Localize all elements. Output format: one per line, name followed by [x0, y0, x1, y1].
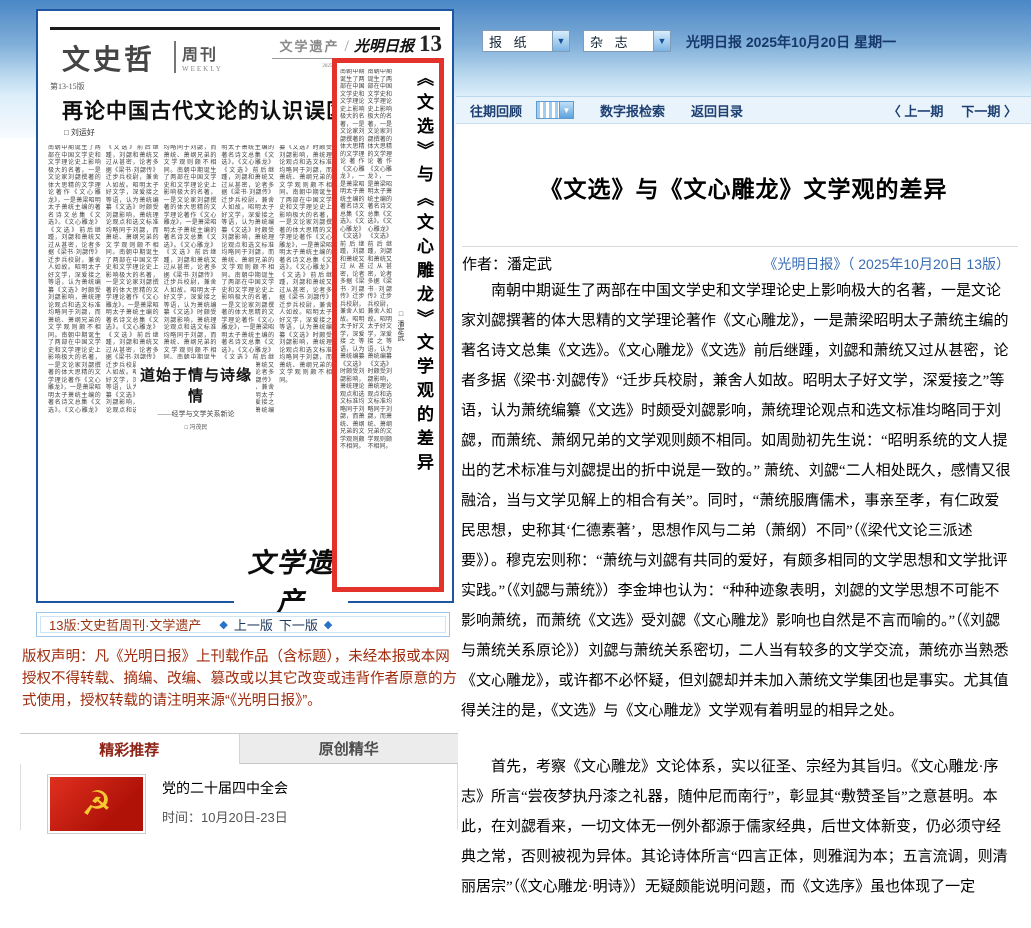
- mid-article-subtitle: ——经学与文学关系新论: [138, 409, 254, 419]
- newspaper-select[interactable]: 报 纸 ▼: [482, 30, 570, 52]
- tab-original[interactable]: 原创精华: [240, 734, 459, 764]
- party-emblem-icon: ☭: [50, 777, 143, 831]
- highlighted-article-region[interactable]: 南朝中期诞生了两部在中国文学史和文学理论史上影响极大的名著，一是文论家刘勰撰著的…: [332, 58, 444, 592]
- next-page-link[interactable]: 下一版: [279, 615, 318, 634]
- article-paragraph: 南朝中期诞生了两部在中国文学史和文学理论史上影响极大的名著，一是文论家刘勰撰著的…: [461, 276, 1013, 726]
- mid-article-author: □ 冯茂民: [138, 422, 254, 431]
- edition-range: 第13-15版: [50, 81, 85, 92]
- promo-thumbnail[interactable]: ☭: [47, 774, 146, 834]
- promo-title-link[interactable]: 党的二十届四中全会: [162, 778, 288, 798]
- digital-search-link[interactable]: 数字报检索: [600, 101, 665, 120]
- highlighted-article-vertical-title: 《文选》与《文心雕龙》文学观的差异: [411, 69, 436, 581]
- masthead-weekly-en: WEEKLY: [182, 65, 223, 73]
- promo-text: 党的二十届四中全会 时间：10月20日-23日: [162, 774, 288, 826]
- page-number: 13: [419, 31, 442, 57]
- mid-article-box: 道始于情与诗缘情 ——经学与文学关系新论 □ 冯茂民: [136, 359, 256, 435]
- section-header: 文学遗产 / 光明日报 13: [280, 31, 442, 57]
- masthead-rule: [50, 27, 440, 30]
- edition-bar-label: 13版:文史哲周刊·文学遗产: [49, 615, 201, 634]
- back-issues-link[interactable]: 往期回顾: [470, 101, 522, 120]
- prev-page-link[interactable]: 上一版: [234, 615, 273, 634]
- article-title: 《文选》与《文心雕龙》文学观的差异: [456, 170, 1031, 204]
- highlighted-article-author: □ 潘定武: [396, 310, 406, 341]
- calendar-icon[interactable]: [536, 101, 560, 119]
- issue-date-heading: 光明日报 2025年10月20日 星期一: [686, 32, 896, 52]
- newspaper-select-value: 报 纸: [483, 32, 552, 51]
- copyright-notice: 版权声明：凡《光明日报》上刊载作品（含标题），未经本报或本网授权不得转载、摘编、…: [22, 646, 460, 712]
- section-slash: /: [345, 38, 349, 56]
- date-picker[interactable]: ▼: [536, 101, 574, 119]
- edition-bar: 13版:文史哲周刊·文学遗产 ◆ 上一版 下一版 ◆: [36, 612, 450, 637]
- article-source: 《光明日报》（ 2025年10月20日 13版）: [763, 254, 1010, 274]
- article-byline: 作者：潘定武 《光明日报》（ 2025年10月20日 13版）: [462, 253, 1010, 274]
- edition-bar-links: ◆ 上一版 下一版 ◆: [219, 615, 332, 634]
- next-issue-link[interactable]: 下一期 〉: [961, 101, 1017, 120]
- paper-name-script: 光明日报: [354, 35, 414, 56]
- promo-time: 时间：10月20日-23日: [162, 807, 288, 826]
- article-body: 南朝中期诞生了两部在中国文学史和文学理论史上影响极大的名著，一是文论家刘勰撰著的…: [461, 276, 1013, 928]
- newspaper-page-thumbnail[interactable]: 文史哲 周刊 WEEKLY 第13-15版 文学遗产 / 光明日报 13 202…: [36, 9, 454, 603]
- issue-navbar: 往期回顾 ▼ 数字报检索 返回目录 〈 上一期 下一期 〉: [456, 96, 1031, 124]
- magazine-select[interactable]: 杂 志 ▼: [583, 30, 671, 52]
- dropdown-arrow-icon[interactable]: ▼: [552, 31, 569, 51]
- calendar-dropdown-icon[interactable]: ▼: [560, 101, 574, 119]
- masthead-title: 文史哲: [62, 38, 155, 78]
- back-to-contents-link[interactable]: 返回目录: [691, 101, 743, 120]
- mid-article-title: 道始于情与诗缘情: [138, 364, 254, 406]
- promo-tabs: 精彩推荐 原创精华: [20, 733, 458, 764]
- promo-panel: ☭ 党的二十届四中全会 时间：10月20日-23日: [20, 764, 458, 830]
- highlighted-article-microtext: 南朝中期诞生了两部在中国文学史和文学理论史上影响极大的名著，一是文论家刘勰撰著的…: [340, 69, 392, 581]
- paper-headline-author: □ 刘运好: [64, 127, 95, 138]
- paper-headline: 再论中国古代文论的认识误区: [62, 95, 348, 125]
- article-author: 作者：潘定武: [462, 253, 552, 274]
- next-page-diamond-icon: ◆: [324, 618, 332, 631]
- section-calligraphy: 文学遗产: [236, 541, 346, 619]
- prev-issue-link[interactable]: 〈 上一期: [888, 101, 944, 120]
- masthead-weekly-cn: 周刊: [182, 41, 223, 65]
- section-name: 文学遗产: [280, 36, 340, 55]
- article-paragraph: 首先，考察《文心雕龙》文论体系，实以征圣、宗经为其旨归。《文心雕龙·序志》所言“…: [461, 752, 1013, 902]
- prev-page-diamond-icon: ◆: [219, 618, 227, 631]
- dropdown-arrow-icon[interactable]: ▼: [653, 31, 670, 51]
- newspaper-page-inner: 文史哲 周刊 WEEKLY 第13-15版 文学遗产 / 光明日报 13 202…: [38, 11, 452, 601]
- magazine-select-value: 杂 志: [584, 32, 653, 51]
- tab-recommend[interactable]: 精彩推荐: [20, 734, 240, 764]
- masthead-subtitle: 周刊 WEEKLY: [174, 41, 223, 73]
- article-divider: [462, 246, 1018, 247]
